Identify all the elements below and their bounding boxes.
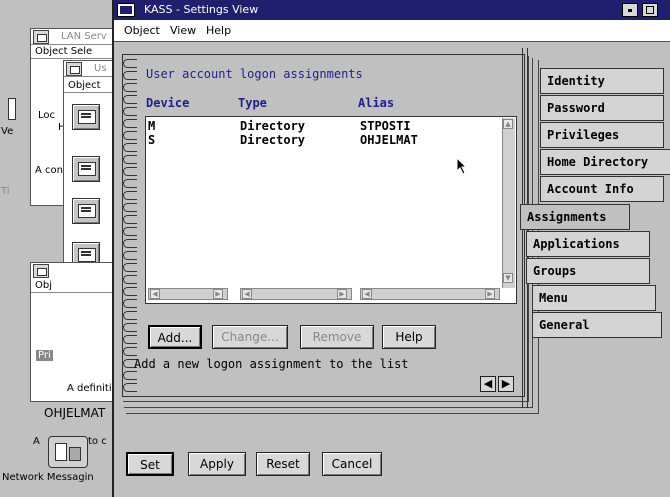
definition-window[interactable]: Obj A definiti [30, 262, 120, 402]
add-button[interactable]: Add... [148, 325, 202, 349]
list-item-device[interactable]: M [148, 119, 155, 133]
tab-identity[interactable]: Identity [540, 68, 664, 94]
help-button[interactable]: Help [382, 325, 436, 349]
list-item-alias[interactable]: OHJELMAT [360, 133, 418, 147]
column-header-device: Device [146, 96, 190, 110]
set-button[interactable]: Set [126, 452, 174, 476]
device-column-scrollbar[interactable]: ◀ ▶ [148, 288, 228, 300]
tab-password[interactable]: Password [540, 95, 664, 121]
previous-page-button[interactable]: ◀ [480, 376, 496, 392]
tab-groups[interactable]: Groups [526, 258, 650, 284]
network-messaging-label: Network Messagin [2, 472, 94, 483]
lan-server-menu-text: Object Sele [35, 46, 93, 57]
list-item-alias[interactable]: STPOSTI [360, 119, 411, 133]
tab-home-directory[interactable]: Home Directory [540, 149, 670, 175]
remove-button[interactable]: Remove [300, 325, 374, 349]
type-column-scrollbar[interactable]: ◀ ▶ [240, 288, 352, 300]
menu-view[interactable]: View [170, 24, 196, 37]
folder-icon[interactable] [72, 156, 100, 182]
menubar[interactable]: Object View Help [114, 20, 670, 42]
next-page-button[interactable]: ▶ [498, 376, 514, 392]
tab-account-info[interactable]: Account Info [540, 176, 664, 202]
list-vertical-scrollbar[interactable]: ▲ ▼ [502, 118, 515, 288]
list-item-device[interactable]: S [148, 133, 155, 147]
tab-general[interactable]: General [532, 312, 662, 338]
notebook-spiral [123, 59, 139, 395]
menu-help[interactable]: Help [206, 24, 231, 37]
titlebar[interactable]: KASS - Settings View [114, 0, 670, 20]
definition-menubar[interactable]: Obj [31, 279, 119, 293]
scroll-right-button[interactable]: ▶ [213, 289, 223, 299]
lan-label-loc: Loc [38, 110, 56, 121]
ohjelmat-status-to: to c [88, 436, 107, 447]
page-heading: User account logon assignments [146, 67, 363, 81]
change-button[interactable]: Change... [212, 325, 288, 349]
folder-icon[interactable] [72, 104, 100, 130]
lan-server-status: A con [35, 165, 63, 176]
lan-server-title: LAN Serv [61, 31, 107, 42]
lan-server-menubar[interactable]: Object Sele [31, 45, 119, 59]
settings-window[interactable]: KASS - Settings View Object View Help Us… [112, 0, 670, 497]
cancel-button[interactable]: Cancel [322, 452, 382, 476]
definition-system-menu-icon[interactable] [33, 264, 49, 278]
tab-assignments[interactable]: Assignments [520, 204, 630, 230]
scroll-up-button[interactable]: ▲ [503, 119, 513, 129]
definition-menu-text: Obj [35, 280, 52, 291]
tab-applications[interactable]: Applications [526, 231, 650, 257]
lan-server-system-menu-icon[interactable] [33, 30, 49, 44]
info-text: Add a new logon assignment to the list [134, 357, 409, 371]
window-title: KASS - Settings View [144, 3, 259, 16]
list-item-type[interactable]: Directory [240, 119, 305, 133]
network-messaging-icon[interactable] [48, 436, 88, 468]
definition-status: A definiti [67, 383, 112, 394]
column-header-type: Type [238, 96, 267, 110]
lan-side-icon [8, 98, 16, 120]
assignments-listbox[interactable]: M Directory STPOSTI S Directory OHJELMAT… [145, 116, 517, 304]
lan-label-ti: Ti [1, 186, 10, 197]
ohjelmat-status-a: A [33, 436, 40, 447]
ohjelmat-label: OHJELMAT [44, 406, 106, 420]
scroll-right-button[interactable]: ▶ [485, 289, 495, 299]
lan-label-ve: Ve [1, 126, 14, 137]
scroll-left-button[interactable]: ◀ [150, 289, 160, 299]
scroll-down-button[interactable]: ▼ [503, 273, 513, 283]
scroll-left-button[interactable]: ◀ [242, 289, 252, 299]
tab-menu[interactable]: Menu [532, 285, 656, 311]
column-header-alias: Alias [358, 96, 395, 110]
priority-label: Pri [36, 350, 53, 361]
user-menu-text: Object [68, 80, 101, 91]
user-menubar[interactable]: Object [64, 79, 119, 93]
maximize-button[interactable] [642, 3, 658, 17]
user-system-menu-icon[interactable] [66, 62, 82, 76]
scroll-right-button[interactable]: ▶ [337, 289, 347, 299]
reset-button[interactable]: Reset [256, 452, 310, 476]
alias-column-scrollbar[interactable]: ◀ ▶ [360, 288, 500, 300]
user-title: Us [94, 63, 107, 74]
list-item-type[interactable]: Directory [240, 133, 305, 147]
apply-button[interactable]: Apply [188, 452, 246, 476]
scroll-left-button[interactable]: ◀ [362, 289, 372, 299]
folder-icon[interactable] [72, 198, 100, 224]
tab-privileges[interactable]: Privileges [540, 122, 664, 148]
mouse-pointer-icon [456, 156, 470, 175]
menu-object[interactable]: Object [124, 24, 160, 37]
system-menu-icon[interactable] [117, 3, 135, 17]
minimize-button[interactable] [622, 3, 638, 17]
